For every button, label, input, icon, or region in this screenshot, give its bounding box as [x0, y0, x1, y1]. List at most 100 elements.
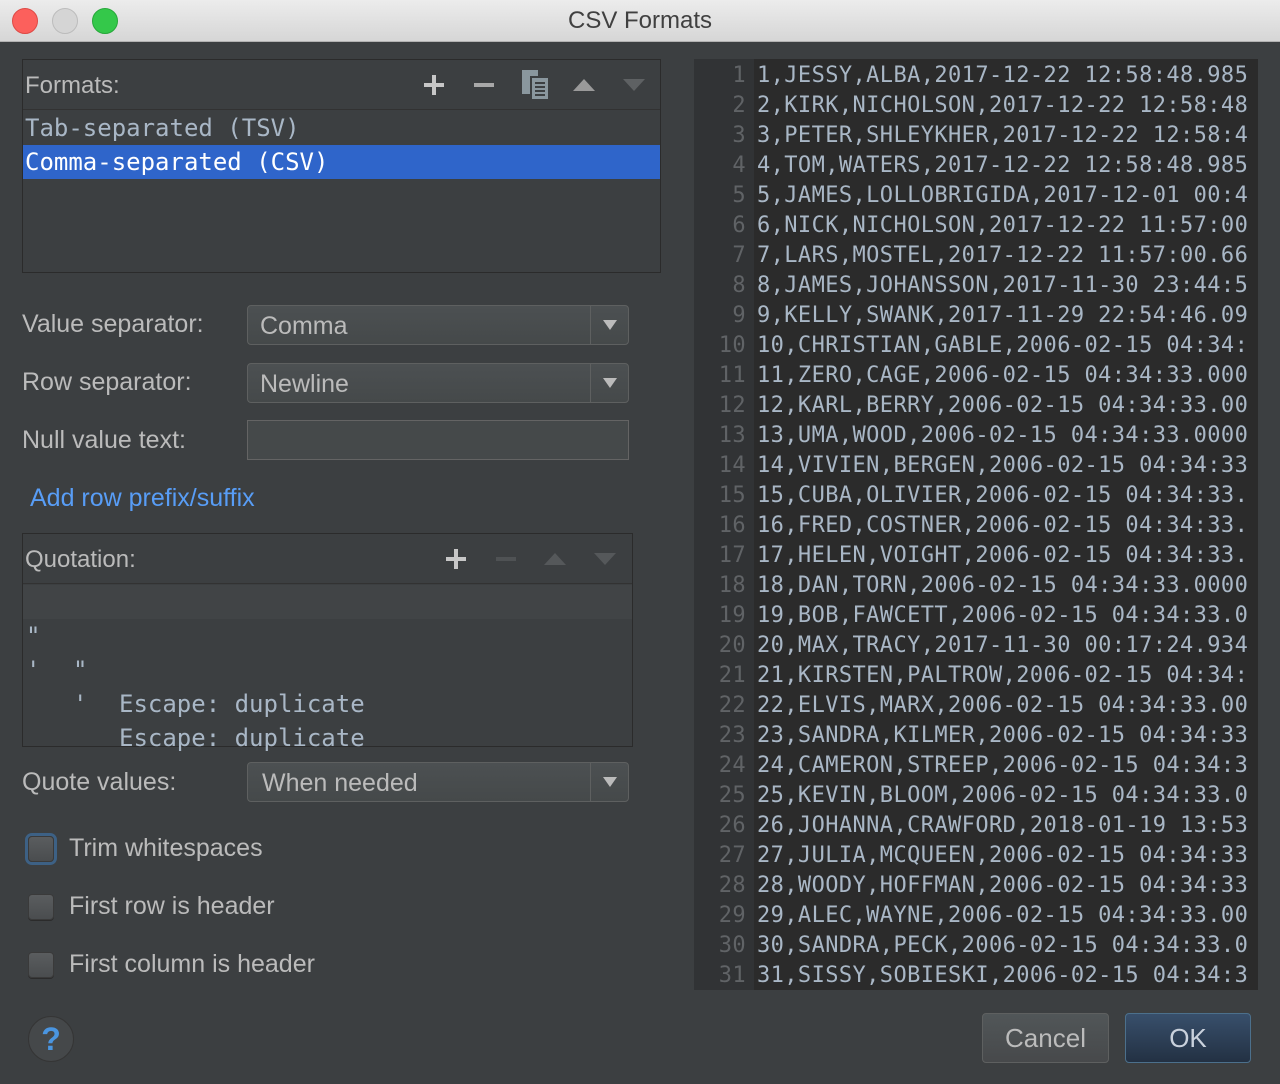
preview-line-text: 18,DAN,TORN,2006-02-15 04:34:33.0000	[757, 573, 1249, 598]
line-number: 9	[732, 303, 746, 328]
line-number: 16	[718, 513, 746, 538]
preview-line-text: 28,WOODY,HOFFMAN,2006-02-15 04:34:33	[757, 873, 1249, 898]
line-number: 30	[718, 933, 746, 958]
preview-line: 3 3,PETER,SHLEYKHER,2017-12-22 12:58:4	[694, 121, 1247, 151]
add-format-button[interactable]	[417, 68, 451, 102]
move-down-icon	[623, 79, 645, 91]
preview-line-text: 30,SANDRA,PECK,2006-02-15 04:34:33.0	[757, 933, 1249, 958]
preview-line-text: 23,SANDRA,KILMER,2006-02-15 04:34:33	[757, 723, 1249, 748]
preview-line-text: 10,CHRISTIAN,GABLE,2006-02-15 04:34:	[757, 333, 1249, 358]
preview-line-text: 16,FRED,COSTNER,2006-02-15 04:34:33.	[757, 513, 1249, 538]
window-title: CSV Formats	[567, 7, 713, 34]
move-up-icon	[573, 79, 595, 91]
row-separator-label: Row separator:	[22, 368, 192, 396]
preview-line-text: 17,HELEN,VOIGHT,2006-02-15 04:34:33.	[757, 543, 1249, 568]
quote-values-select[interactable]: When needed	[247, 762, 629, 802]
preview-line: 18 18,DAN,TORN,2006-02-15 04:34:33.0000	[694, 571, 1248, 601]
line-number: 4	[732, 153, 746, 178]
preview-line: 9 9,KELLY,SWANK,2017-11-29 22:54:46.09	[694, 301, 1247, 331]
quote-values-label: Quote values:	[22, 768, 177, 796]
move-down-icon	[594, 553, 616, 565]
line-number: 29	[718, 903, 746, 928]
row-separator-select[interactable]: Newline	[247, 363, 629, 403]
preview-line: 7 7,LARS,MOSTEL,2017-12-22 11:57:00.66	[694, 241, 1247, 271]
line-number: 8	[732, 273, 746, 298]
preview-line-text: 11,ZERO,CAGE,2006-02-15 04:34:33.000	[757, 363, 1249, 388]
line-number: 31	[718, 963, 746, 988]
ok-button[interactable]: OK	[1125, 1013, 1251, 1063]
move-quotation-up-button[interactable]	[538, 542, 572, 576]
add-quotation-button[interactable]	[439, 542, 473, 576]
move-format-up-button[interactable]	[567, 68, 601, 102]
line-number: 14	[718, 453, 746, 478]
line-number: 5	[732, 183, 746, 208]
preview-line: 10 10,CHRISTIAN,GABLE,2006-02-15 04:34:	[694, 331, 1248, 361]
remove-quotation-button[interactable]	[489, 542, 523, 576]
trim-whitespaces-label: Trim whitespaces	[69, 834, 263, 862]
preview-line: 15 15,CUBA,OLIVIER,2006-02-15 04:34:33.	[694, 481, 1248, 511]
trim-whitespaces-checkbox[interactable]: Trim whitespaces	[28, 834, 263, 863]
move-up-icon	[544, 553, 566, 565]
line-number: 27	[718, 843, 746, 868]
preview-line-text: 20,MAX,TRACY,2017-11-30 00:17:24.934	[757, 633, 1249, 658]
checkbox-box[interactable]	[28, 893, 54, 920]
quote-values-value: When needed	[262, 769, 418, 797]
format-item-tsv[interactable]: Tab-separated (TSV)	[23, 111, 660, 145]
formats-panel: Formats: Tab-separated (TSV) Comma-separ…	[22, 59, 661, 273]
checkbox-box[interactable]	[28, 951, 54, 978]
move-quotation-down-button[interactable]	[588, 542, 622, 576]
preview-line-text: 29,ALEC,WAYNE,2006-02-15 04:34:33.00	[757, 903, 1249, 928]
formats-toolbar: Formats:	[23, 60, 660, 110]
line-number: 26	[718, 813, 746, 838]
chevron-down-icon	[590, 763, 628, 801]
line-number: 1	[732, 63, 746, 88]
row-separator-value: Newline	[260, 370, 349, 398]
quotation-item[interactable]: " " Escape: duplicate	[23, 585, 632, 718]
move-format-down-button[interactable]	[617, 68, 651, 102]
quote-close-char: '	[73, 690, 88, 718]
add-row-prefix-suffix-link[interactable]: Add row prefix/suffix	[30, 484, 255, 513]
quotation-list: " " Escape: duplicate ' ' Escape: duplic…	[23, 585, 632, 752]
chevron-down-icon	[590, 306, 628, 344]
quotation-item[interactable]: ' ' Escape: duplicate	[23, 619, 632, 752]
remove-format-button[interactable]	[467, 68, 501, 102]
copy-format-button[interactable]	[519, 68, 553, 102]
null-value-field[interactable]	[247, 420, 629, 460]
cancel-button[interactable]: Cancel	[982, 1013, 1109, 1063]
preview-line-text: 31,SISSY,SOBIESKI,2006-02-15 04:34:3	[757, 963, 1249, 988]
preview-line: 6 6,NICK,NICHOLSON,2017-12-22 11:57:00	[694, 211, 1247, 241]
line-number: 17	[718, 543, 746, 568]
value-separator-select[interactable]: Comma	[247, 305, 629, 345]
preview-line: 21 21,KIRSTEN,PALTROW,2006-02-15 04:34:	[694, 661, 1248, 691]
null-value-input[interactable]	[248, 421, 628, 459]
formats-label: Formats:	[25, 72, 120, 99]
null-value-label: Null value text:	[22, 426, 186, 454]
help-button[interactable]: ?	[28, 1016, 74, 1062]
line-number: 13	[718, 423, 746, 448]
line-number: 11	[718, 363, 746, 388]
copy-icon	[522, 70, 550, 101]
first-column-header-checkbox[interactable]: First column is header	[28, 950, 315, 979]
preview-line: 1 1,JESSY,ALBA,2017-12-22 12:58:48.985	[694, 61, 1247, 91]
preview-line: 4 4,TOM,WATERS,2017-12-22 12:58:48.985	[694, 151, 1247, 181]
preview-line-text: 5,JAMES,LOLLOBRIGIDA,2017-12-01 00:4	[757, 183, 1249, 208]
preview-line-text: 2,KIRK,NICHOLSON,2017-12-22 12:58:48	[757, 93, 1249, 118]
format-item-csv[interactable]: Comma-separated (CSV)	[23, 145, 660, 179]
checkbox-box[interactable]	[28, 835, 54, 862]
line-number: 18	[718, 573, 746, 598]
first-row-header-checkbox[interactable]: First row is header	[28, 892, 275, 921]
preview-line: 23 23,SANDRA,KILMER,2006-02-15 04:34:33	[694, 721, 1248, 751]
line-number: 6	[732, 213, 746, 238]
quotation-panel: Quotation: " " Escape: duplicate ' ' Esc…	[22, 533, 633, 752]
line-number: 24	[718, 753, 746, 778]
line-number: 12	[718, 393, 746, 418]
line-number: 23	[718, 723, 746, 748]
first-column-header-label: First column is header	[69, 950, 315, 978]
value-separator-value: Comma	[260, 312, 348, 340]
preview-line: 5 5,JAMES,LOLLOBRIGIDA,2017-12-01 00:4	[694, 181, 1247, 211]
preview-line: 16 16,FRED,COSTNER,2006-02-15 04:34:33.	[694, 511, 1248, 541]
line-number: 20	[718, 633, 746, 658]
line-number: 28	[718, 873, 746, 898]
quote-escape: Escape: duplicate	[119, 724, 365, 752]
preview-line-text: 19,BOB,FAWCETT,2006-02-15 04:34:33.0	[757, 603, 1249, 628]
